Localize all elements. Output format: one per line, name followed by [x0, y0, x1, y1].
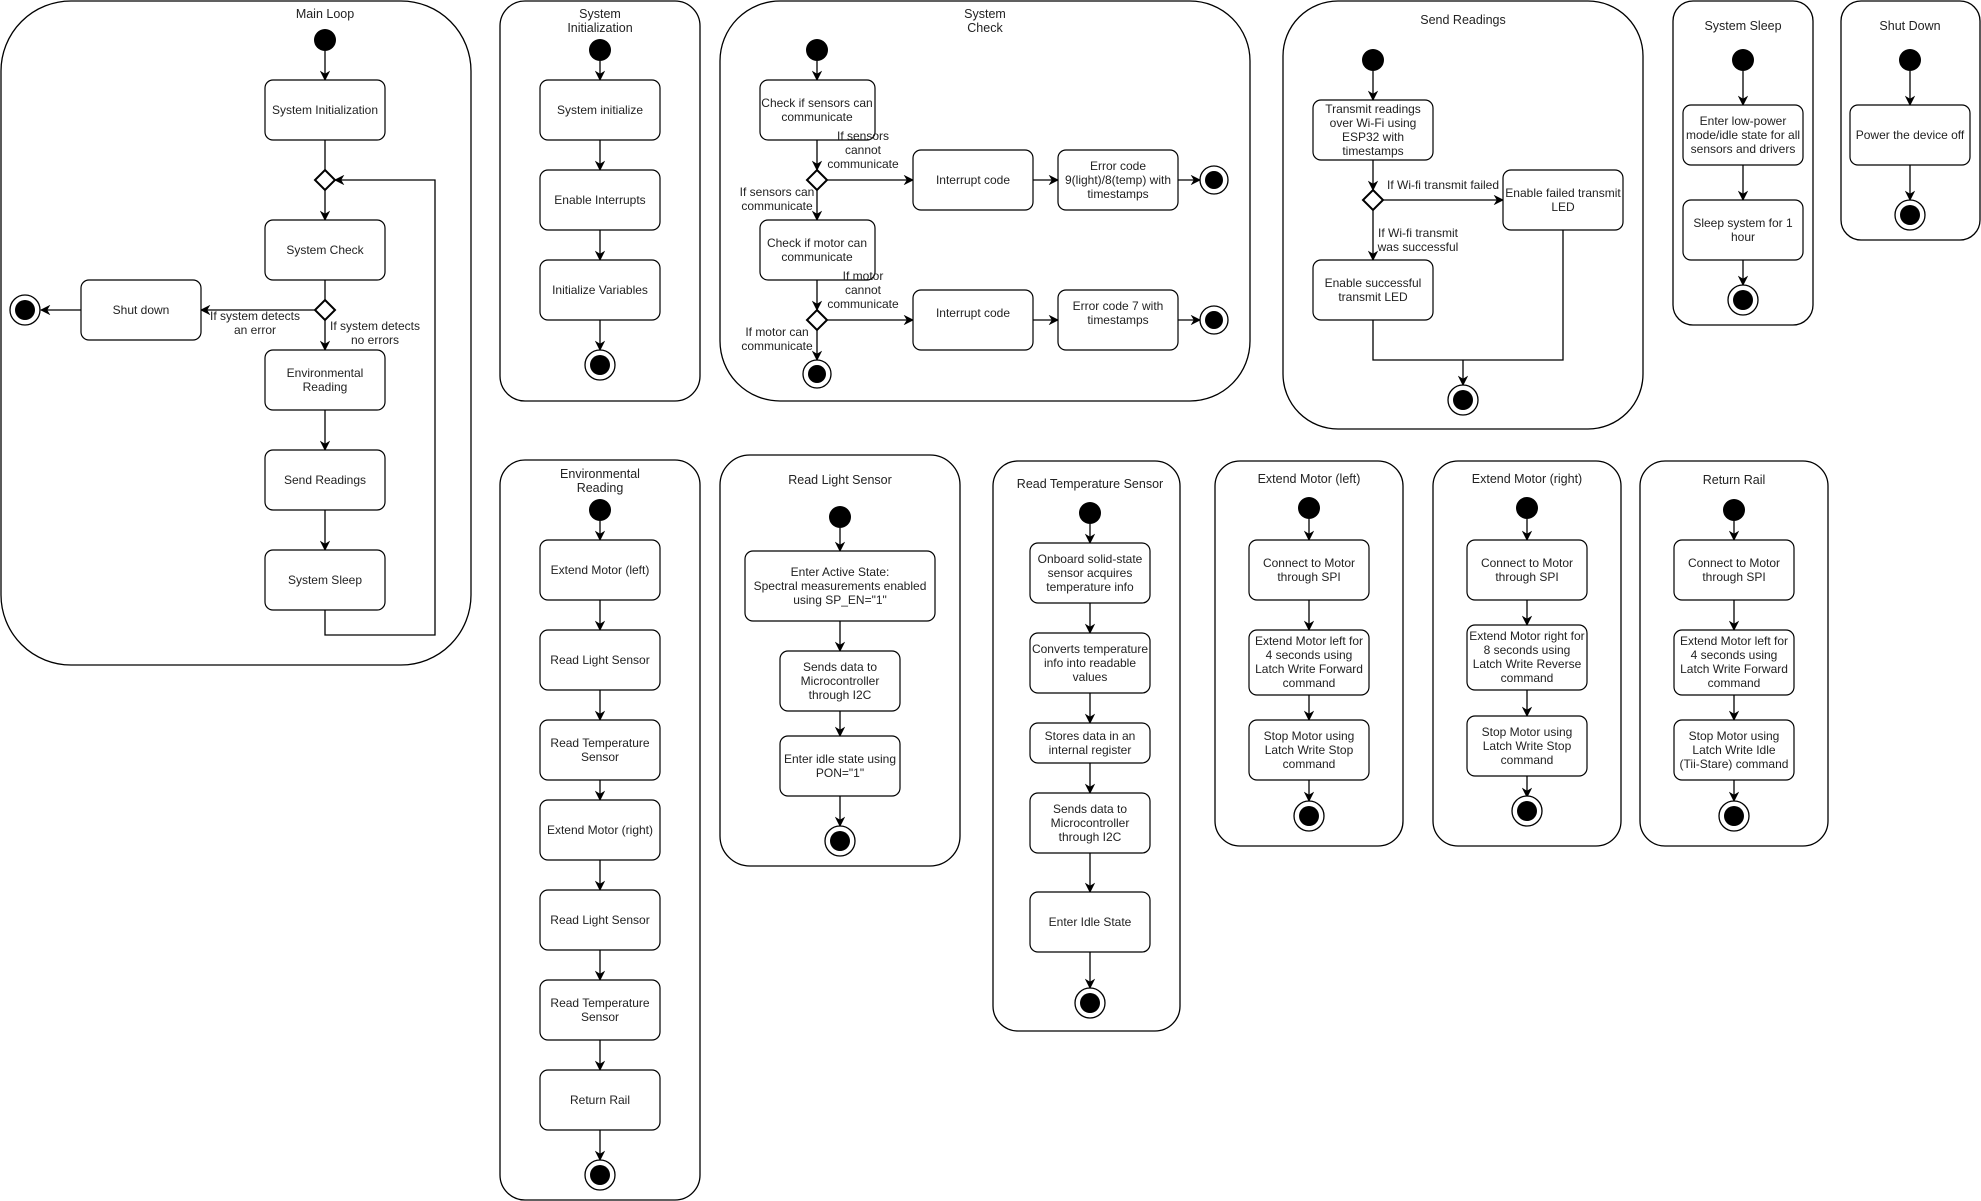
- frame-system-sleep: System Sleep Enter low-power mode/idle st…: [1672, 0, 1814, 326]
- initial-node: [806, 39, 828, 61]
- initial-node: [589, 499, 611, 521]
- frame-environmental-reading: Environmental Reading Extend Motor (left)…: [499, 459, 701, 1201]
- initial-node: [1362, 49, 1384, 71]
- action-label: Shut down: [113, 303, 170, 317]
- frame-main-loop: Main Loop System Initialization System C…: [0, 0, 472, 666]
- initial-node: [1079, 502, 1101, 524]
- frame-title: Read Light Sensor: [788, 473, 892, 487]
- action-label: Enter low-power mode/idle state for all se…: [1686, 114, 1800, 156]
- frame-send-readings: Send Readings Transmit readings over Wi-F…: [1282, 0, 1644, 430]
- initial-node: [314, 29, 336, 51]
- action-interrupt-code[interactable]: [912, 289, 1034, 351]
- frame-title: Main Loop: [296, 7, 354, 21]
- action-label: Read Light Sensor: [550, 913, 649, 927]
- action-label: Onboard solid-state sensor acquires temper…: [1038, 552, 1143, 594]
- action-label: System Initialization: [272, 103, 378, 117]
- action-label: Enter Idle State: [1049, 915, 1132, 929]
- action-label: Extend Motor (right): [547, 823, 653, 837]
- action-label: Enable Interrupts: [554, 193, 645, 207]
- guard-label: If motor can communicate: [741, 325, 813, 353]
- action-label: Send Readings: [284, 473, 366, 487]
- frame-title: Extend Motor (right): [1472, 472, 1582, 486]
- frame-read-light-sensor: Read Light Sensor Enter Active State: Spe…: [719, 454, 961, 867]
- frame-return-rail: Return Rail Connect to Motor through SPI …: [1639, 460, 1829, 847]
- frame-title: Shut Down: [1879, 19, 1940, 33]
- action-label: Enable successful transmit LED: [1325, 276, 1422, 304]
- initial-node: [589, 39, 611, 61]
- frame-title: Send Readings: [1420, 13, 1505, 27]
- frame-shut-down: Shut Down Power the device off: [1840, 0, 1981, 241]
- initial-node: [829, 506, 851, 528]
- action-label: Power the device off: [1856, 128, 1965, 142]
- action-label: Sends data to Microcontroller through I2C: [801, 660, 880, 702]
- frame-read-temperature-sensor: Read Temperature Sensor Onboard solid-st…: [992, 460, 1181, 1032]
- guard-label: If Wi-fi transmit was successful: [1377, 226, 1459, 254]
- action-label: Stop Motor using Latch Write Idle (Tii-Sta…: [1680, 729, 1789, 771]
- action-label: Interrupt code: [936, 306, 1010, 320]
- frame-title: System Check: [964, 7, 1006, 35]
- frame-title: Extend Motor (left): [1258, 472, 1361, 486]
- initial-node: [1723, 499, 1745, 521]
- frame-title: Return Rail: [1703, 473, 1766, 487]
- frame-extend-motor-right: Extend Motor (right) Connect to Motor thr…: [1432, 460, 1622, 847]
- action-label: System Check: [286, 243, 364, 257]
- action-label: Read Light Sensor: [550, 653, 649, 667]
- initial-node: [1899, 49, 1921, 71]
- action-label: Sends data to Microcontroller through I2C: [1051, 802, 1130, 844]
- action-label: Return Rail: [570, 1093, 630, 1107]
- guard-label: If sensors can communicate: [740, 185, 815, 213]
- activity-diagram-canvas: Main Loop System Initialization System C…: [0, 0, 1981, 1201]
- action-label: Initialize Variables: [552, 283, 648, 297]
- frame-extend-motor-left: Extend Motor (left) Connect to Motor thro…: [1214, 460, 1404, 847]
- action-label: Extend Motor (left): [551, 563, 650, 577]
- guard-label: If Wi-fi transmit failed: [1387, 178, 1499, 192]
- initial-node: [1298, 497, 1320, 519]
- frame-title: System Sleep: [1704, 19, 1781, 33]
- frame-system-check: System Check Check if sensors can communic…: [719, 0, 1251, 402]
- action-label: System Sleep: [288, 573, 362, 587]
- initial-node: [1732, 49, 1754, 71]
- initial-node: [1516, 497, 1538, 519]
- frame-title: Read Temperature Sensor: [1017, 477, 1163, 491]
- action-label: Interrupt code: [936, 173, 1010, 187]
- action-label: Stores data in an internal register: [1045, 729, 1136, 757]
- action-label: System initialize: [557, 103, 643, 117]
- frame-system-initialization: System Initialization System initialize E…: [499, 0, 701, 402]
- action-label: Check if motor can communicate: [767, 236, 867, 264]
